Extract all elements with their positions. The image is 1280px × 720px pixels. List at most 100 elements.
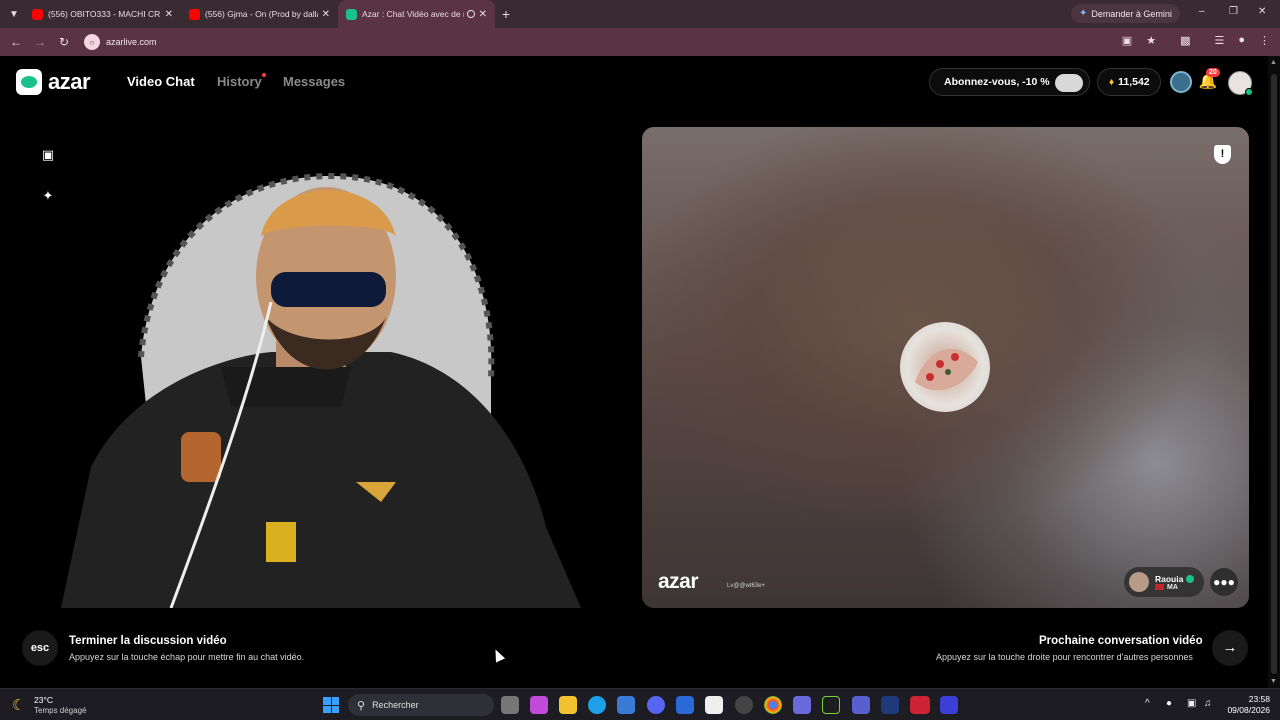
watermark-id: Lv@@wt63e+: [727, 583, 766, 589]
scroll-up-icon[interactable]: ▲: [1270, 59, 1277, 66]
online-indicator: [1245, 88, 1253, 96]
azar-watermark: azar: [658, 570, 699, 593]
next-chat-title: Prochaine conversation vidéo: [1039, 635, 1203, 647]
nav-video-chat[interactable]: Video Chat: [127, 74, 195, 89]
next-arrow-button[interactable]: →: [1212, 630, 1248, 666]
end-chat-title: Terminer la discussion vidéo: [69, 635, 227, 647]
steam-icon[interactable]: [735, 696, 753, 714]
next-chat-hint: Appuyez sur la touche droite pour rencon…: [936, 652, 1193, 662]
app-icon[interactable]: [940, 696, 958, 714]
gemini-button[interactable]: ✦ Demander à Gemini: [1071, 4, 1180, 23]
moon-icon[interactable]: ☾: [12, 696, 25, 714]
gem-icon: ♦: [1109, 76, 1115, 88]
browser-tab[interactable]: (556) Gjma - On (Prod by dallas ✕: [181, 0, 338, 28]
tab-search-button[interactable]: ▼: [4, 4, 24, 24]
extensions-icon[interactable]: ▩: [1180, 34, 1190, 47]
close-tab-icon[interactable]: ✕: [322, 9, 330, 20]
chrome-icon[interactable]: [764, 696, 782, 714]
peer-profile[interactable]: Raouia MA: [1124, 567, 1204, 597]
peer-blurred-avatar: [900, 322, 990, 412]
toolbar-icons: ▣ ★ ▩ ☰ ● ⋮: [1122, 34, 1270, 47]
cloud-icon: [1055, 74, 1083, 92]
reload-icon[interactable]: ↻: [52, 35, 76, 49]
tab-title: (556) OBITO333 - MACHI CRIPS: [48, 9, 161, 19]
subscribe-button[interactable]: Abonnez-vous, -10 %: [929, 68, 1090, 96]
close-tab-icon[interactable]: ✕: [165, 9, 173, 20]
peer-country: MA: [1167, 583, 1178, 591]
clock-date: 09/08/2026: [1227, 705, 1270, 715]
edge-icon[interactable]: [588, 696, 606, 714]
page-scrollbar[interactable]: ▲ ▼: [1268, 56, 1280, 688]
search-placeholder: Rechercher: [372, 700, 419, 710]
file-explorer-icon[interactable]: [559, 696, 577, 714]
bookmark-star-icon[interactable]: ★: [1146, 34, 1156, 47]
store-icon[interactable]: [617, 696, 635, 714]
search-icon: ⚲: [357, 699, 366, 712]
close-tab-icon[interactable]: ✕: [479, 9, 487, 20]
notification-badge: 20: [1206, 68, 1220, 77]
esc-button[interactable]: esc: [22, 630, 58, 666]
gemini-label: Demander à Gemini: [1091, 8, 1172, 19]
discord-icon[interactable]: [647, 696, 665, 714]
more-menu-icon[interactable]: ⋮: [1259, 34, 1270, 47]
app-icon[interactable]: [910, 696, 930, 714]
windows-start-icon[interactable]: [323, 697, 339, 713]
report-icon[interactable]: !: [1214, 145, 1231, 164]
mail-icon[interactable]: [676, 696, 694, 714]
forward-icon[interactable]: →: [28, 35, 52, 49]
tray-chevron-icon[interactable]: ^: [1145, 698, 1150, 709]
weather-desc[interactable]: Temps dégagé: [34, 706, 86, 715]
chat-bubble-icon[interactable]: ●●●: [1210, 568, 1238, 596]
app-icon[interactable]: [852, 696, 870, 714]
new-tab-button[interactable]: +: [495, 6, 517, 22]
youtube-icon: [189, 8, 200, 20]
app-icon[interactable]: [822, 696, 840, 714]
weather-temp[interactable]: 23°C: [34, 695, 53, 705]
azar-header: azar Video Chat History Messages Abonnez…: [0, 56, 1268, 108]
shop-icon[interactable]: [1170, 71, 1192, 93]
cast-icon[interactable]: ▣: [1122, 34, 1132, 47]
minimize-icon[interactable]: –: [1199, 6, 1205, 17]
expand-icon[interactable]: ▣: [39, 146, 57, 164]
microphone-icon[interactable]: ●: [1166, 698, 1172, 709]
nav-history[interactable]: History: [217, 74, 262, 89]
verified-icon: [1186, 575, 1195, 584]
magic-effects-icon[interactable]: ✦: [39, 187, 57, 205]
volume-icon[interactable]: ♫: [1204, 698, 1212, 709]
network-icon[interactable]: ▣: [1187, 698, 1196, 709]
windows-taskbar: ☾ 23°C Temps dégagé ⚲ Rechercher ^ ● ▣ ♫…: [0, 688, 1280, 720]
mouse-cursor-icon: [490, 647, 506, 663]
peer-name: Raouia: [1155, 573, 1184, 584]
gemini-icon: ✦: [1079, 8, 1088, 19]
azar-logo[interactable]: azar: [16, 69, 91, 95]
task-view-icon[interactable]: [501, 696, 519, 714]
scroll-down-icon[interactable]: ▼: [1270, 678, 1277, 685]
tab-title: (556) Gjma - On (Prod by dallas: [205, 9, 318, 19]
profile-icon[interactable]: ●: [1238, 34, 1245, 47]
browser-tab-active[interactable]: Azar : Chat Vidéo avec de n ✕: [338, 0, 495, 28]
self-video-feed: [61, 173, 581, 608]
app-icon[interactable]: [881, 696, 899, 714]
address-bar: ← → ↻ ○ azarlive.com ▣ ★ ▩ ☰ ● ⋮: [0, 28, 1280, 56]
system-clock[interactable]: 23:58 09/08/2026: [1226, 694, 1270, 716]
recording-icon: [466, 10, 475, 18]
site-info-icon[interactable]: ○: [84, 34, 100, 50]
media-icon[interactable]: ☰: [1214, 34, 1224, 47]
browser-tab[interactable]: (556) OBITO333 - MACHI CRIPS ✕: [24, 0, 181, 28]
app-icon[interactable]: [705, 696, 723, 714]
url-field[interactable]: azarlive.com: [106, 37, 157, 47]
gamepad-icon[interactable]: [793, 696, 811, 714]
gems-balance[interactable]: ♦ 11,542: [1097, 68, 1161, 96]
end-chat-hint: Appuyez sur la touche échap pour mettre …: [69, 652, 305, 662]
history-unread-dot: [262, 73, 266, 77]
logo-text: azar: [48, 69, 91, 94]
nav-messages[interactable]: Messages: [283, 74, 345, 89]
back-icon[interactable]: ←: [4, 35, 28, 49]
taskbar-search[interactable]: ⚲ Rechercher: [348, 694, 494, 716]
close-window-icon[interactable]: ✕: [1258, 6, 1266, 17]
azar-logo-icon: [16, 69, 42, 95]
copilot-icon[interactable]: [530, 696, 548, 714]
scroll-thumb[interactable]: [1271, 74, 1277, 674]
peer-info: Raouia MA: [1155, 573, 1195, 591]
restore-icon[interactable]: ❐: [1229, 6, 1238, 17]
